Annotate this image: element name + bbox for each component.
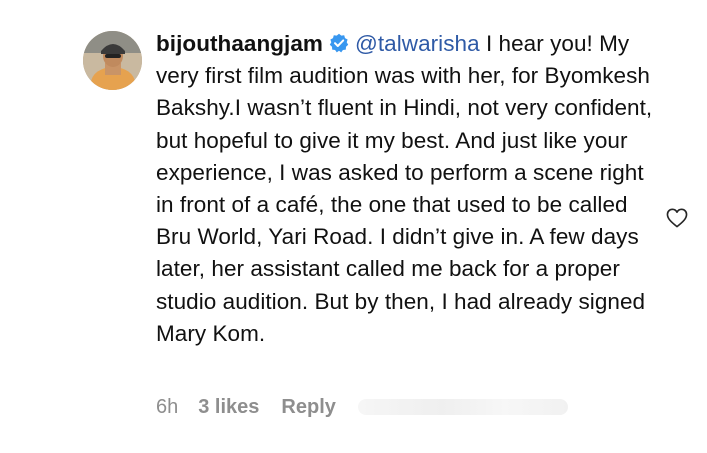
verified-badge-icon xyxy=(329,33,349,53)
likes-count-link[interactable]: 3 likes xyxy=(198,396,259,419)
reply-button[interactable]: Reply xyxy=(281,396,335,419)
mention-link[interactable]: @talwarisha xyxy=(355,31,480,56)
comment-body: bijouthaangjam @talwarisha I hear you! M… xyxy=(156,28,656,350)
heart-icon[interactable] xyxy=(666,208,688,228)
avatar[interactable] xyxy=(83,31,142,90)
comment-text: I hear you! My very first film audition … xyxy=(156,31,653,346)
redacted-area xyxy=(357,399,568,415)
comment-meta: 6h 3 likes Reply xyxy=(156,392,568,422)
timestamp: 6h xyxy=(156,395,179,418)
username-link[interactable]: bijouthaangjam xyxy=(156,31,323,56)
comment: bijouthaangjam @talwarisha I hear you! M… xyxy=(0,0,707,453)
